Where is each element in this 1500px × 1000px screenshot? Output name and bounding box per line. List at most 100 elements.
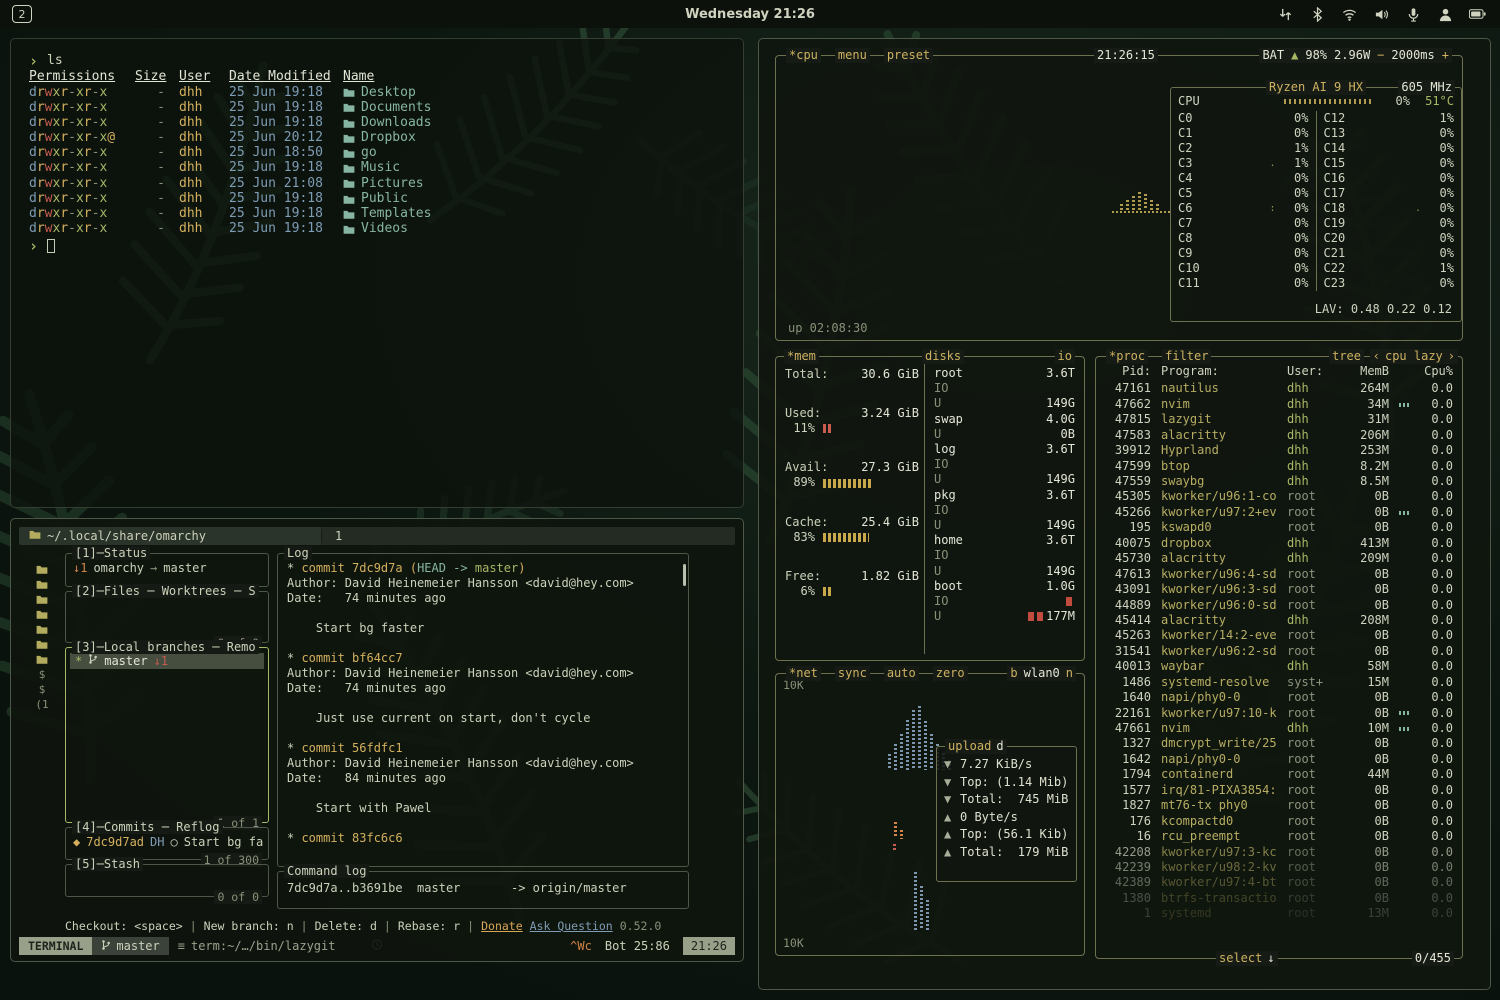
process-row[interactable]: 47662nvimdhh34M0.0 [1105, 397, 1453, 412]
process-row[interactable]: 47815lazygitdhh31M0.0 [1105, 412, 1453, 427]
workspace-indicator[interactable]: 2 [12, 5, 32, 23]
winbar-tab[interactable]: 1 [321, 529, 355, 543]
tab-io[interactable]: io [1055, 349, 1075, 364]
tab-disks[interactable]: disks [922, 349, 964, 364]
process-row[interactable]: 45730alacrittydhh209M0.0 [1105, 551, 1453, 566]
process-row[interactable]: 1577irq/81-PIXA3854:root0B0.0 [1105, 783, 1453, 798]
folder-icon[interactable] [36, 653, 48, 665]
process-row[interactable]: 47161nautilusdhh264M0.0 [1105, 381, 1453, 396]
bluetooth-icon[interactable] [1309, 6, 1326, 22]
file-name[interactable]: go [343, 145, 377, 162]
process-row[interactable]: 45266kworker/u97:2+evroot0B0.0 [1105, 505, 1453, 520]
commit-block[interactable]: * commit bf64cc7Author: David Heinemeier… [287, 651, 679, 726]
process-row[interactable]: 40013waybardhh58M0.0 [1105, 659, 1453, 674]
tab-tree[interactable]: tree [1329, 349, 1364, 364]
net-interface[interactable]: b wlan0 n [1007, 666, 1076, 681]
process-row[interactable]: 195kswapd0root0B0.0 [1105, 520, 1453, 535]
tab-cpu[interactable]: *cpu [786, 48, 821, 63]
donate-link[interactable]: Donate [481, 919, 523, 933]
process-row[interactable]: 1827mt76-tx phy0root0B0.0 [1105, 798, 1453, 813]
process-row[interactable]: 47661nvimdhh10M0.0 [1105, 721, 1453, 736]
prompt-line[interactable]: › [29, 237, 725, 255]
lazygit-files-panel[interactable]: [2]─Files ─ Worktrees ─ S 0 of 0 [65, 591, 269, 643]
file-name[interactable]: Documents [343, 100, 431, 117]
process-row[interactable]: 42208kworker/u97:3-kcroot0B0.0 [1105, 845, 1453, 860]
process-row[interactable]: 16rcu_preemptroot0B0.0 [1105, 829, 1453, 844]
process-row[interactable]: 45263kworker/14:2-everoot0B0.0 [1105, 628, 1453, 643]
lazygit-branches-panel[interactable]: [3]─Local branches ─ Remo * master ↓1 1 … [65, 647, 269, 823]
commit-block[interactable]: * commit 56fdfc1Author: David Heinemeier… [287, 741, 679, 816]
lazygit-log-panel[interactable]: Log * commit 7dc9d7a (HEAD -> master)Aut… [277, 553, 689, 867]
process-row[interactable]: 42389kworker/u97:4-btroot0B0.0 [1105, 875, 1453, 890]
refresh-plus[interactable]: + [1442, 48, 1449, 63]
process-row[interactable]: 40075dropboxdhh413M0.0 [1105, 536, 1453, 551]
file-name[interactable]: Pictures [343, 176, 424, 193]
file-name[interactable]: Dropbox [343, 130, 416, 147]
process-row[interactable]: 1794containerdroot44M0.0 [1105, 767, 1453, 782]
tab-filter[interactable]: filter [1162, 349, 1211, 364]
process-row[interactable]: 22161kworker/u97:10-kroot0B0.0 [1105, 706, 1453, 721]
tab-zero[interactable]: zero [933, 666, 968, 681]
folder-icon[interactable] [36, 638, 48, 650]
folder-icon[interactable] [36, 578, 48, 590]
folder-icon[interactable] [36, 608, 48, 620]
process-row[interactable]: 45305kworker/u96:1-coroot0B0.0 [1105, 489, 1453, 504]
tree-entry[interactable]: $ [39, 668, 46, 680]
folder-icon[interactable] [36, 563, 48, 575]
lazygit-stash-panel[interactable]: [5]─Stash 0 of 0 [65, 864, 269, 897]
process-row[interactable]: 47583alacrittydhh206M0.0 [1105, 428, 1453, 443]
volume-icon[interactable] [1373, 6, 1390, 22]
sort-next-icon[interactable]: › [1448, 349, 1455, 364]
process-row[interactable]: 44889kworker/u96:0-sdroot0B0.0 [1105, 598, 1453, 613]
process-row[interactable]: 43091kworker/u96:3-sdroot0B0.0 [1105, 582, 1453, 597]
help-item[interactable]: Checkout: <space> [65, 919, 183, 933]
lazygit-commits-panel[interactable]: [4]─Commits ─ Reflog ◆ 7dc9d7ad DH ○ Sta… [65, 827, 269, 860]
mic-icon[interactable] [1405, 6, 1422, 22]
wifi-icon[interactable] [1341, 6, 1358, 22]
process-row[interactable]: 1640napi/phy0-0root0B0.0 [1105, 690, 1453, 705]
process-row[interactable]: 47613kworker/u96:4-sdroot0B0.0 [1105, 567, 1453, 582]
process-row[interactable]: 176kcompactd0root0B0.0 [1105, 814, 1453, 829]
tab-proc[interactable]: *proc [1106, 349, 1148, 364]
updates-icon[interactable] [1277, 6, 1294, 22]
tree-entry[interactable]: $ [39, 683, 46, 695]
process-row[interactable]: 47599btopdhh8.2M0.0 [1105, 459, 1453, 474]
tab-mem[interactable]: *mem [784, 349, 819, 364]
tab-net[interactable]: *net [786, 666, 821, 681]
commit-block[interactable]: * commit 7dc9d7a (HEAD -> master)Author:… [287, 561, 679, 636]
file-name[interactable]: Videos [343, 221, 408, 238]
process-row[interactable]: 31541kworker/u96:2-sdroot0B0.0 [1105, 644, 1453, 659]
process-row[interactable]: 1642napi/phy0-0root0B0.0 [1105, 752, 1453, 767]
commit-block[interactable]: * commit 83fc6c6 [287, 831, 679, 846]
branch-row[interactable]: * master ↓1 [70, 653, 264, 669]
file-name[interactable]: Downloads [343, 115, 431, 132]
tab-sync[interactable]: sync [835, 666, 870, 681]
folder-icon[interactable] [36, 593, 48, 605]
account-icon[interactable] [1437, 6, 1454, 22]
process-row[interactable]: 1486systemd-resolvesyst+15M0.0 [1105, 675, 1453, 690]
folder-icon[interactable] [36, 623, 48, 635]
sort-prev-icon[interactable]: ‹ [1373, 349, 1380, 364]
tab-menu[interactable]: menu [835, 48, 870, 63]
help-item[interactable]: Rebase: r [398, 919, 460, 933]
ask-question-link[interactable]: Ask Question [530, 919, 613, 933]
file-tree[interactable]: $$(1 [23, 555, 61, 921]
file-name[interactable]: Templates [343, 206, 431, 223]
process-row[interactable]: 45414alacrittydhh208M0.0 [1105, 613, 1453, 628]
tab-auto[interactable]: auto [884, 666, 919, 681]
process-row[interactable]: 47559swaybgdhh8.5M0.0 [1105, 474, 1453, 489]
process-row[interactable]: 39912Hyprlanddhh253M0.0 [1105, 443, 1453, 458]
process-row[interactable]: 1380btrfs-transactioroot0B0.0 [1105, 891, 1453, 906]
file-name[interactable]: Music [343, 160, 400, 177]
sort-selector[interactable]: ‹ cpu lazy › [1370, 349, 1458, 364]
file-name[interactable]: Public [343, 191, 408, 208]
process-row[interactable]: 1327dmcrypt_write/25root0B0.0 [1105, 736, 1453, 751]
help-item[interactable]: New branch: n [204, 919, 294, 933]
refresh-minus[interactable]: − [1377, 48, 1384, 63]
file-name[interactable]: Desktop [343, 85, 416, 102]
process-row[interactable]: 1systemdroot13M0.0 [1105, 906, 1453, 921]
scrollbar[interactable] [683, 564, 686, 586]
battery-icon[interactable] [1469, 6, 1486, 22]
tab-preset[interactable]: preset [884, 48, 933, 63]
help-item[interactable]: Delete: d [315, 919, 377, 933]
